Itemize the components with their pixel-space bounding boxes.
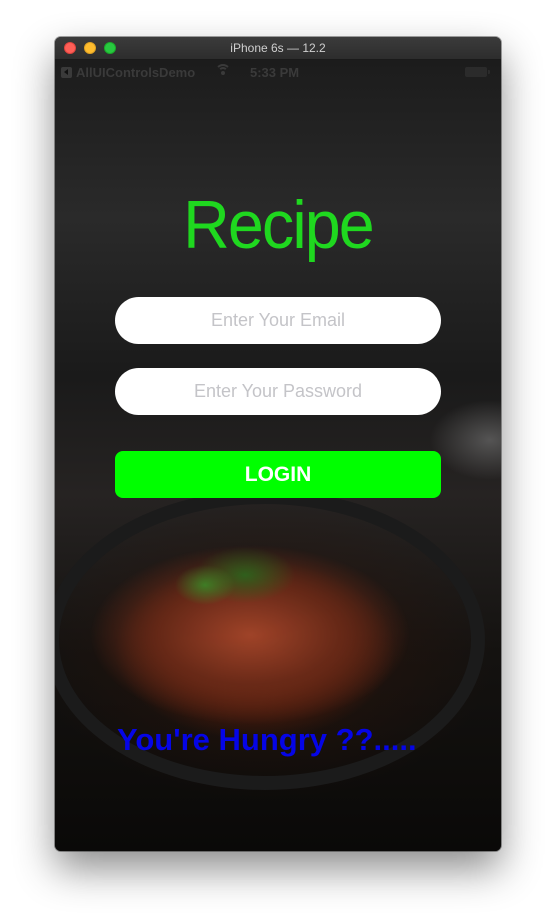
- back-app-name: AllUIControlsDemo: [76, 65, 196, 80]
- back-to-app-link[interactable]: AllUIControlsDemo: [61, 65, 195, 80]
- window-title: iPhone 6s — 12.2: [230, 41, 326, 55]
- password-input[interactable]: [115, 368, 441, 415]
- background-food-image: [65, 515, 435, 755]
- tagline-text: You're Hungry ??.....: [117, 722, 417, 757]
- status-time: 5:33 PM: [250, 65, 300, 80]
- status-bar: AllUIControlsDemo 5:33 PM: [55, 60, 501, 84]
- wifi-icon: [215, 64, 231, 76]
- battery-icon: [465, 67, 490, 77]
- simulator-window: iPhone 6s — 12.2 AllUIControlsDemo 5:33 …: [55, 37, 501, 851]
- app-screen: AllUIControlsDemo 5:33 PM Recipe LOGIN Y…: [55, 60, 501, 851]
- window-titlebar: iPhone 6s — 12.2: [55, 37, 501, 60]
- app-title: Recipe: [183, 187, 375, 263]
- email-input[interactable]: [115, 297, 441, 344]
- login-button[interactable]: LOGIN: [115, 451, 441, 498]
- back-icon: [61, 67, 72, 78]
